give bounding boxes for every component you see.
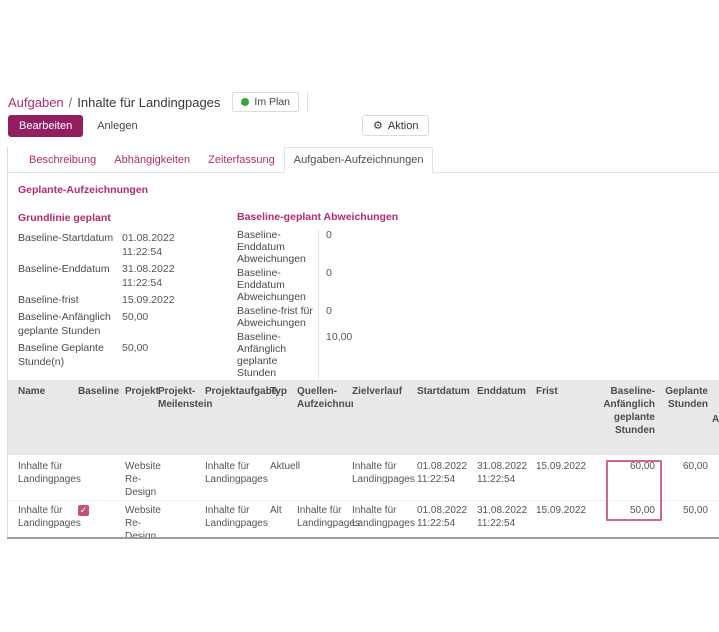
group-title: Baseline-geplant Abweichungen — [237, 211, 433, 223]
table-cell-enddatum[interactable]: 31.08.2022 11:22:54 — [477, 504, 529, 530]
field-label: Baseline-Enddatum Abweichungen — [237, 267, 318, 303]
action-menu-button[interactable]: ⚙ Aktion — [362, 115, 429, 136]
button-row: Bearbeiten Anlegen — [8, 115, 148, 137]
field-value: 31.08.2022 11:22:54 — [122, 262, 202, 290]
table-cell-typ[interactable]: Aktuell — [270, 460, 298, 473]
table-cell-frist[interactable]: 15.09.2022 — [536, 460, 588, 473]
column-header-baseline_stunden[interactable]: Baseline-Anfänglich geplante Stunden — [600, 385, 655, 437]
status-badge[interactable]: Im Plan — [232, 92, 299, 112]
table-cell-name[interactable]: Inhalte für Landingpages — [18, 460, 78, 486]
divider — [307, 92, 308, 112]
table-cell-name[interactable]: Inhalte für Landingpages — [18, 504, 78, 530]
table-cell-geplante_stunden[interactable]: 60,00 — [658, 460, 708, 473]
table-cell-startdatum[interactable]: 01.08.2022 11:22:54 — [417, 460, 473, 486]
field-row: Baseline Geplante Stunde(n)50,00 — [18, 341, 230, 369]
column-header-typ[interactable]: Typ — [270, 385, 298, 398]
column-header-meilenstein[interactable]: Projekt-Meilenstein — [158, 385, 206, 411]
field-value: 15.09.2022 — [122, 293, 202, 307]
column-header-projektaufgabe[interactable]: Projektaufgabe — [205, 385, 265, 398]
column-header-zielverlauf[interactable]: Zielverlauf — [352, 385, 409, 398]
column-header-quellen[interactable]: Quellen-Aufzeichnungen — [297, 385, 353, 411]
baseline-checkbox[interactable]: ✓ — [78, 505, 89, 516]
table-cell-projektaufgabe[interactable]: Inhalte für Landingpages — [205, 504, 265, 530]
field-row: Baseline-Enddatum Abweichungen0 — [237, 229, 433, 265]
column-header-projekt[interactable]: Projekt — [125, 385, 158, 398]
field-value: 0 — [318, 229, 332, 265]
field-label: Baseline-frist — [18, 293, 122, 307]
field-value: 0 — [318, 305, 332, 329]
breadcrumb: Aufgaben / Inhalte für Landingpages Im P… — [8, 92, 308, 112]
status-label: Im Plan — [254, 96, 290, 108]
table-cell-geplante_stunden[interactable]: 50,00 — [658, 504, 708, 517]
table-cell-zielverlauf[interactable]: Inhalte für Landingpages — [352, 504, 409, 530]
task-form-page: { "colors": { "brand": "#911f60", "link"… — [0, 0, 719, 632]
table-cell-quellen[interactable]: Inhalte für Landingpages — [297, 504, 353, 530]
table-cell-projekt[interactable]: Website Re-Design — [125, 460, 158, 499]
tab-beschreibung[interactable]: Beschreibung — [20, 148, 105, 172]
table-bottom-border — [7, 537, 719, 539]
breadcrumb-parent-link[interactable]: Aufgaben — [8, 95, 64, 110]
status-dot-icon — [241, 98, 249, 106]
breadcrumb-separator: / — [69, 95, 73, 110]
gear-icon: ⚙ — [373, 119, 383, 132]
field-label: Baseline Geplante Stunde(n) — [18, 341, 122, 369]
create-button[interactable]: Anlegen — [87, 116, 147, 136]
action-menu-label: Aktion — [388, 120, 419, 132]
table-cell-startdatum[interactable]: 01.08.2022 11:22:54 — [417, 504, 473, 530]
column-header-abw[interactable]: A — [712, 413, 719, 426]
tab-abhaengigkeiten[interactable]: Abhängigkeiten — [105, 148, 199, 172]
field-label: Baseline-frist für Abweichungen — [237, 305, 318, 329]
column-header-startdatum[interactable]: Startdatum — [417, 385, 473, 398]
table-cell-zielverlauf[interactable]: Inhalte für Landingpages — [352, 460, 409, 486]
column-header-frist[interactable]: Frist — [536, 385, 588, 398]
field-value: 01.08.2022 11:22:54 — [122, 231, 202, 259]
field-label: Baseline-Enddatum Abweichungen — [237, 229, 318, 265]
table-cell-projekt[interactable]: Website Re-Design — [125, 504, 158, 538]
field-value: 50,00 — [122, 310, 202, 338]
group-grundlinie-geplant: Grundlinie geplant Baseline-Startdatum01… — [18, 211, 230, 372]
table-cell-baseline[interactable]: ✓ — [78, 504, 116, 516]
table-cell-typ[interactable]: Alt — [270, 504, 298, 517]
column-header-name[interactable]: Name — [18, 385, 78, 398]
field-label: Baseline-Startdatum — [18, 231, 122, 259]
field-row: Baseline-Startdatum01.08.2022 11:22:54 — [18, 231, 230, 259]
field-row: Baseline-frist für Abweichungen0 — [237, 305, 433, 329]
field-value: 0 — [318, 267, 332, 303]
column-header-geplante_stunden[interactable]: Geplante Stunden — [658, 385, 708, 411]
group-title: Grundlinie geplant — [18, 211, 230, 225]
field-row: Baseline-Enddatum31.08.2022 11:22:54 — [18, 262, 230, 290]
section-title: Geplante-Aufzeichnungen — [18, 184, 148, 196]
records-table: NameBaseline ProjektProjekt-MeilensteinPr… — [0, 380, 719, 538]
table-cell-frist[interactable]: 15.09.2022 — [536, 504, 588, 517]
edit-button[interactable]: Bearbeiten — [8, 115, 83, 137]
field-row: Baseline-Enddatum Abweichungen0 — [237, 267, 433, 303]
field-label: Baseline-Enddatum — [18, 262, 122, 290]
page-title: Inhalte für Landingpages — [77, 95, 220, 110]
field-row: Baseline-frist15.09.2022 — [18, 293, 230, 307]
table-cell-baseline_stunden[interactable]: 60,00 — [600, 460, 655, 473]
tab-bar: Beschreibung Abhängigkeiten Zeiterfassun… — [8, 147, 719, 173]
column-header-enddatum[interactable]: Enddatum — [477, 385, 529, 398]
field-label: Baseline-Anfänglich geplante Stunden — [18, 310, 122, 338]
table-cell-projektaufgabe[interactable]: Inhalte für Landingpages — [205, 460, 265, 486]
tab-zeiterfassung[interactable]: Zeiterfassung — [199, 148, 284, 172]
table-cell-enddatum[interactable]: 31.08.2022 11:22:54 — [477, 460, 529, 486]
field-value: 50,00 — [122, 341, 202, 369]
tab-aufgaben-aufzeichnungen[interactable]: Aufgaben-Aufzeichnungen — [284, 147, 434, 173]
table-cell-baseline_stunden[interactable]: 50,00 — [600, 504, 655, 517]
field-row: Baseline-Anfänglich geplante Stunden50,0… — [18, 310, 230, 338]
column-header-baseline[interactable]: Baseline — [78, 385, 116, 398]
